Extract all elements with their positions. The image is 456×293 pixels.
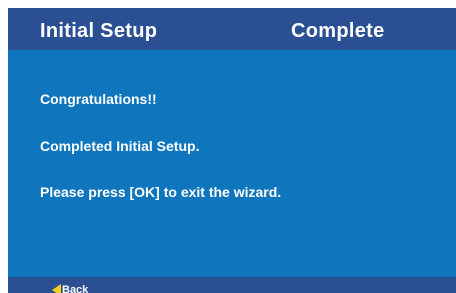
status-label: Complete: [291, 20, 385, 42]
congratulations-message: Congratulations!!: [40, 91, 157, 107]
back-arrow-icon: [52, 284, 61, 293]
completed-message: Completed Initial Setup.: [40, 138, 200, 154]
back-label: Back: [62, 284, 89, 293]
page-title: Initial Setup: [40, 20, 158, 42]
setup-screen: Initial Setup Complete Congratulations!!…: [8, 8, 456, 293]
footer-bar: Back: [8, 277, 456, 293]
instruction-message: Please press [OK] to exit the wizard.: [40, 184, 282, 200]
header-bar: Initial Setup Complete: [8, 8, 456, 50]
